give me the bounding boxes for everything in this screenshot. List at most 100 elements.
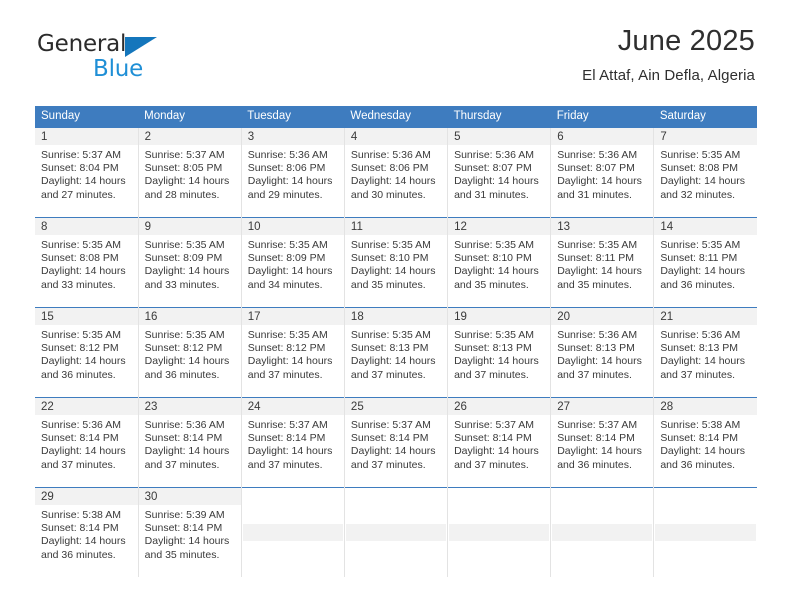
sunrise-text: Sunrise: 5:36 AM	[144, 419, 225, 431]
sunrise-text: Sunrise: 5:35 AM	[454, 329, 535, 341]
daylight-text-line2: and 32 minutes.	[660, 188, 736, 201]
daylight-text-line2: and 27 minutes.	[41, 188, 116, 201]
calendar-day-cell[interactable]: 28 Sunrise: 5:38 AM Sunset: 8:14 PM Dayligh…	[653, 397, 757, 488]
generalblue-logo[interactable]: General Blue	[37, 33, 217, 81]
weekday-header-friday: Friday	[550, 106, 654, 128]
calendar-day-cell[interactable]: 17 Sunrise: 5:35 AM Sunset: 8:12 PM Dayligh…	[240, 307, 345, 398]
day-info: Sunrise: 5:36 AM Sunset: 8:06 PM Daylight:…	[242, 145, 344, 202]
sunset-text: Sunset: 8:09 PM	[247, 252, 326, 265]
sunset-text: Sunset: 8:14 PM	[660, 432, 738, 445]
calendar-day-cell[interactable]: 18 Sunrise: 5:35 AM Sunset: 8:13 PM Dayligh…	[343, 307, 448, 398]
sunset-text: Sunset: 8:10 PM	[454, 252, 532, 265]
sunset-text: Sunset: 8:14 PM	[247, 432, 326, 445]
calendar-empty-cell	[447, 487, 551, 577]
sunrise-text: Sunrise: 5:36 AM	[41, 419, 121, 431]
sunrise-text: Sunrise: 5:36 AM	[454, 149, 535, 161]
calendar-day-cell[interactable]: 25 Sunrise: 5:37 AM Sunset: 8:14 PM Dayligh…	[343, 397, 448, 488]
calendar-empty-cell	[343, 487, 448, 577]
day-info: Sunrise: 5:38 AM Sunset: 8:14 PM Daylight:…	[35, 505, 138, 562]
sunset-text: Sunset: 8:13 PM	[557, 342, 635, 355]
calendar-day-cell[interactable]: 19 Sunrise: 5:35 AM Sunset: 8:13 PM Dayligh…	[447, 307, 551, 398]
calendar-day-cell[interactable]: 24 Sunrise: 5:37 AM Sunset: 8:14 PM Dayligh…	[240, 397, 345, 488]
day-info: Sunrise: 5:38 AM Sunset: 8:14 PM Daylight:…	[654, 415, 757, 472]
daylight-text-line1: Daylight: 14 hours	[350, 355, 436, 368]
day-number: 26	[448, 398, 551, 415]
day-number: 19	[448, 308, 551, 325]
day-number: 24	[241, 398, 344, 415]
day-info: Sunrise: 5:35 AM Sunset: 8:09 PM Daylight:…	[139, 235, 241, 292]
sunset-text: Sunset: 8:14 PM	[144, 432, 223, 445]
page-title: June 2025	[617, 25, 755, 57]
sunset-text: Sunset: 8:07 PM	[557, 162, 635, 175]
sunset-text: Sunset: 8:14 PM	[454, 432, 532, 445]
daylight-text-line1: Daylight: 14 hours	[454, 265, 539, 278]
daylight-text-line1: Daylight: 14 hours	[144, 175, 230, 188]
daylight-text-line1: Daylight: 14 hours	[144, 265, 230, 278]
daylight-text-line1: Daylight: 14 hours	[350, 265, 436, 278]
calendar-day-cell[interactable]: 27 Sunrise: 5:37 AM Sunset: 8:14 PM Dayligh…	[550, 397, 654, 488]
calendar-day-cell[interactable]: 7 Sunrise: 5:35 AM Sunset: 8:08 PM Daylight…	[653, 127, 757, 218]
calendar-day-cell[interactable]: 23 Sunrise: 5:36 AM Sunset: 8:14 PM Dayligh…	[137, 397, 242, 488]
calendar-day-cell[interactable]: 16 Sunrise: 5:35 AM Sunset: 8:12 PM Dayligh…	[137, 307, 242, 398]
daylight-text-line2: and 30 minutes.	[350, 188, 426, 201]
sunset-text: Sunset: 8:08 PM	[660, 162, 738, 175]
day-info: Sunrise: 5:36 AM Sunset: 8:14 PM Daylight:…	[35, 415, 138, 472]
day-info: Sunrise: 5:35 AM Sunset: 8:12 PM Daylight:…	[242, 325, 344, 382]
calendar-page: General Blue June 2025 El Attaf, Ain Def…	[0, 0, 792, 612]
calendar-day-cell[interactable]: 4 Sunrise: 5:36 AM Sunset: 8:06 PM Daylight…	[343, 127, 448, 218]
calendar-day-cell[interactable]: 20 Sunrise: 5:36 AM Sunset: 8:13 PM Dayligh…	[550, 307, 654, 398]
daylight-text-line1: Daylight: 14 hours	[454, 445, 539, 458]
calendar-day-cell[interactable]: 1 Sunrise: 5:37 AM Sunset: 8:04 PM Daylight…	[35, 127, 139, 218]
calendar-day-cell[interactable]: 2 Sunrise: 5:37 AM Sunset: 8:05 PM Daylight…	[137, 127, 242, 218]
calendar-empty-cell	[240, 487, 345, 577]
calendar-day-cell[interactable]: 8 Sunrise: 5:35 AM Sunset: 8:08 PM Daylight…	[35, 217, 139, 308]
calendar-day-cell[interactable]: 30 Sunrise: 5:39 AM Sunset: 8:14 PM Dayligh…	[137, 487, 242, 577]
sunrise-text: Sunrise: 5:37 AM	[247, 419, 328, 431]
calendar-day-cell[interactable]: 12 Sunrise: 5:35 AM Sunset: 8:10 PM Dayligh…	[447, 217, 551, 308]
daylight-text-line2: and 31 minutes.	[557, 188, 632, 201]
empty-daynum-strip	[655, 524, 756, 541]
calendar-day-cell[interactable]: 21 Sunrise: 5:36 AM Sunset: 8:13 PM Dayligh…	[653, 307, 757, 398]
calendar-day-cell[interactable]: 9 Sunrise: 5:35 AM Sunset: 8:09 PM Daylight…	[137, 217, 242, 308]
page-subtitle: El Attaf, Ain Defla, Algeria	[582, 66, 755, 84]
weekday-header-monday: Monday	[138, 106, 242, 128]
day-number: 25	[344, 398, 448, 415]
sunrise-text: Sunrise: 5:35 AM	[557, 239, 638, 251]
logo-triangle-icon	[125, 37, 157, 57]
day-info: Sunrise: 5:36 AM Sunset: 8:13 PM Daylight:…	[551, 325, 653, 382]
day-info: Sunrise: 5:37 AM Sunset: 8:14 PM Daylight:…	[345, 415, 447, 472]
day-info: Sunrise: 5:37 AM Sunset: 8:04 PM Daylight:…	[35, 145, 138, 202]
sunrise-text: Sunrise: 5:36 AM	[557, 149, 638, 161]
calendar-week-row: 1 Sunrise: 5:37 AM Sunset: 8:04 PM Daylight…	[35, 127, 757, 218]
daylight-text-line2: and 37 minutes.	[350, 458, 426, 471]
calendar-day-cell[interactable]: 29 Sunrise: 5:38 AM Sunset: 8:14 PM Dayligh…	[35, 487, 139, 577]
day-number: 22	[35, 398, 138, 415]
daylight-text-line1: Daylight: 14 hours	[350, 445, 436, 458]
daylight-text-line2: and 36 minutes.	[41, 548, 116, 561]
daylight-text-line2: and 35 minutes.	[144, 548, 220, 561]
calendar-day-cell[interactable]: 13 Sunrise: 5:35 AM Sunset: 8:11 PM Dayligh…	[550, 217, 654, 308]
daylight-text-line2: and 36 minutes.	[144, 368, 220, 381]
daylight-text-line1: Daylight: 14 hours	[144, 445, 230, 458]
day-info: Sunrise: 5:36 AM Sunset: 8:06 PM Daylight:…	[345, 145, 447, 202]
calendar-day-cell[interactable]: 15 Sunrise: 5:35 AM Sunset: 8:12 PM Dayligh…	[35, 307, 139, 398]
calendar-day-cell[interactable]: 22 Sunrise: 5:36 AM Sunset: 8:14 PM Dayligh…	[35, 397, 139, 488]
day-info: Sunrise: 5:35 AM Sunset: 8:10 PM Daylight:…	[345, 235, 447, 292]
logo-text-general: General	[37, 33, 217, 57]
calendar-day-cell[interactable]: 11 Sunrise: 5:35 AM Sunset: 8:10 PM Dayligh…	[343, 217, 448, 308]
calendar-day-cell[interactable]: 14 Sunrise: 5:35 AM Sunset: 8:11 PM Dayligh…	[653, 217, 757, 308]
daylight-text-line2: and 36 minutes.	[41, 368, 116, 381]
calendar-day-cell[interactable]: 26 Sunrise: 5:37 AM Sunset: 8:14 PM Dayligh…	[447, 397, 551, 488]
day-number: 14	[654, 218, 757, 235]
day-info: Sunrise: 5:37 AM Sunset: 8:05 PM Daylight:…	[139, 145, 241, 202]
empty-daynum-strip	[449, 524, 550, 541]
day-number: 16	[138, 308, 241, 325]
calendar-day-cell[interactable]: 5 Sunrise: 5:36 AM Sunset: 8:07 PM Daylight…	[447, 127, 551, 218]
calendar-day-cell[interactable]: 3 Sunrise: 5:36 AM Sunset: 8:06 PM Daylight…	[240, 127, 345, 218]
day-number: 2	[138, 128, 241, 145]
sunrise-text: Sunrise: 5:35 AM	[144, 329, 225, 341]
sunset-text: Sunset: 8:06 PM	[350, 162, 429, 175]
sunrise-text: Sunrise: 5:37 AM	[454, 419, 535, 431]
calendar-day-cell[interactable]: 6 Sunrise: 5:36 AM Sunset: 8:07 PM Daylight…	[550, 127, 654, 218]
calendar-day-cell[interactable]: 10 Sunrise: 5:35 AM Sunset: 8:09 PM Dayligh…	[240, 217, 345, 308]
